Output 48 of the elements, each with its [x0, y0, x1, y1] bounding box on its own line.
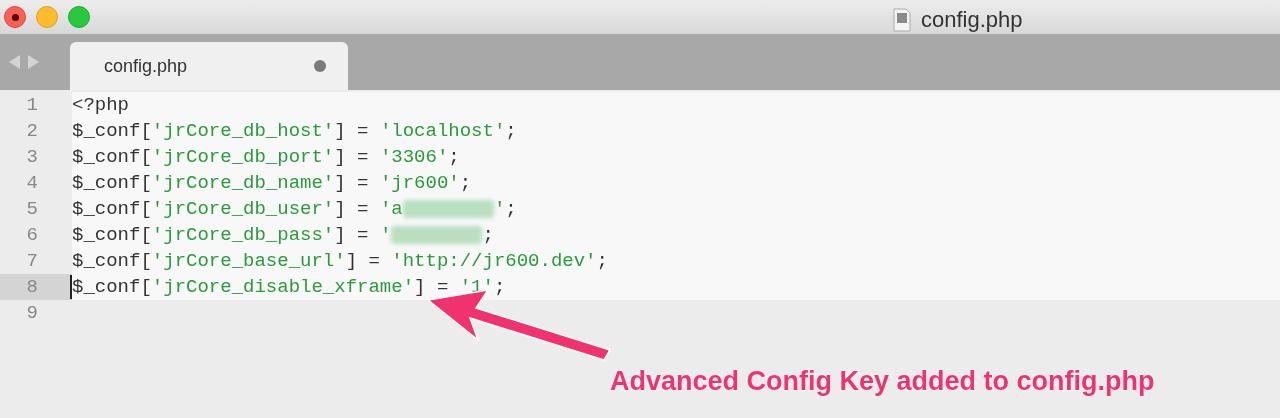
- code-text: ] =: [345, 249, 381, 274]
- code-text: ] =: [334, 171, 370, 196]
- code-text: ;: [505, 197, 517, 222]
- code-text: $_conf[: [72, 275, 152, 300]
- code-text: ] =: [334, 119, 370, 144]
- tab-label: config.php: [104, 54, 188, 78]
- code-string: 'jrCore_base_url': [151, 249, 346, 274]
- tab[interactable]: config.php: [70, 42, 348, 90]
- code-text: ;: [459, 171, 472, 196]
- code-text: ;: [448, 145, 460, 170]
- code-string: 'jrCore_db_pass': [151, 223, 335, 248]
- close-button[interactable]: [4, 6, 26, 28]
- back-arrow-icon[interactable]: [8, 54, 21, 70]
- code-text: ] =: [334, 145, 370, 170]
- line-number: 8: [0, 274, 72, 300]
- code-string: 'jrCore_db_port': [151, 145, 335, 170]
- code-string: 'localhost': [379, 119, 506, 144]
- code-text: ] =: [334, 197, 370, 222]
- code-string: '3306': [379, 145, 449, 170]
- code-text: $_conf[: [72, 171, 152, 196]
- minimize-button[interactable]: [36, 6, 58, 28]
- code-string: 'a: [379, 197, 403, 222]
- forward-arrow-icon[interactable]: [27, 54, 40, 70]
- code-text: <?php: [72, 93, 129, 118]
- zoom-button[interactable]: [68, 6, 90, 28]
- code-text: ] =: [414, 275, 450, 300]
- code-text: $_conf[: [72, 249, 152, 274]
- code-text: $_conf[: [72, 223, 152, 248]
- code-text: ] =: [334, 223, 370, 248]
- code-text: ;: [596, 249, 608, 274]
- code-string: 'jrCore_disable_xframe': [151, 275, 415, 300]
- code-string: 'jrCore_db_user': [151, 197, 335, 222]
- code-text: $_conf[: [72, 145, 152, 170]
- code-string: ': [379, 223, 392, 248]
- code-text: ;: [493, 275, 506, 300]
- file-icon: [893, 7, 911, 32]
- code-text: $_conf[: [72, 119, 152, 144]
- code-string: 'jrCore_db_name': [151, 171, 335, 196]
- window-title: config.php: [921, 6, 1023, 34]
- code-string: 'http://jr600.dev': [391, 249, 597, 274]
- code-string: ': [493, 197, 506, 222]
- code-text: $_conf[: [72, 197, 152, 222]
- code-string: 'jrCore_db_host': [151, 119, 335, 144]
- code-text: ;: [482, 223, 494, 248]
- code-string: 'jr600': [379, 171, 460, 196]
- code-text: ;: [505, 119, 517, 144]
- annotation-text: Advanced Config Key added to config.php: [610, 365, 1155, 398]
- text-cursor: [70, 275, 72, 299]
